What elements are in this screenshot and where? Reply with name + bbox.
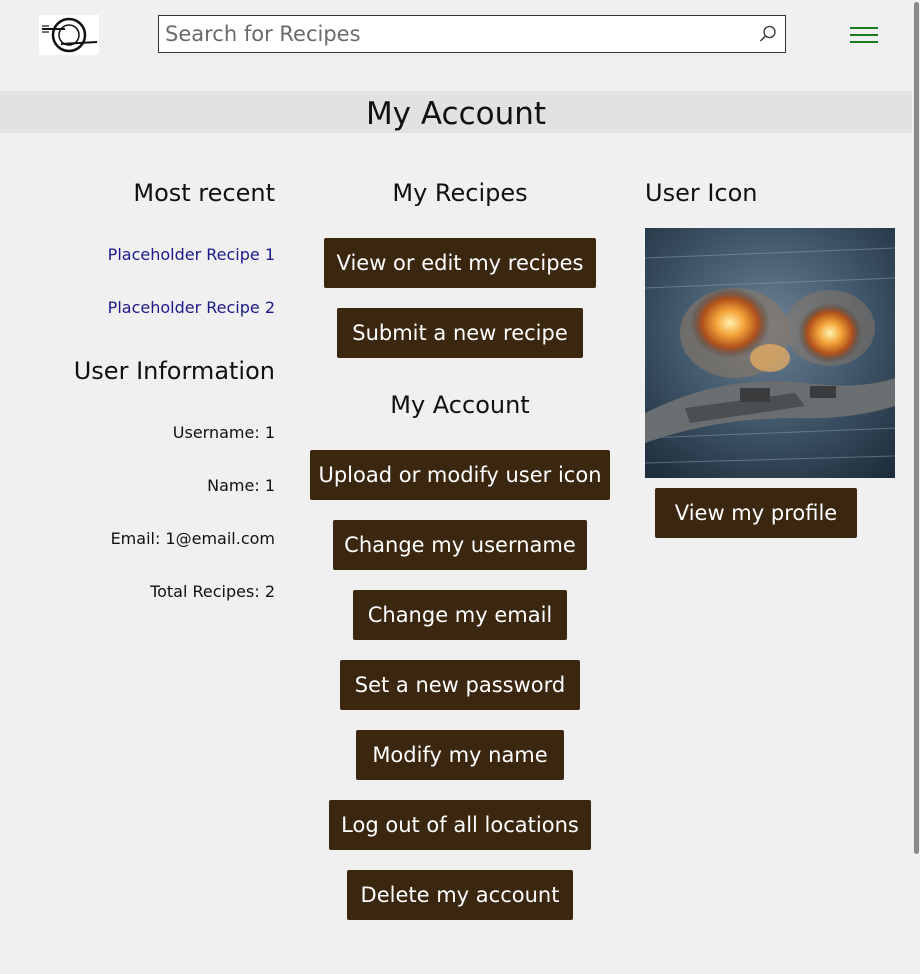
user-information-heading: User Information xyxy=(73,357,275,385)
user-avatar-image xyxy=(645,228,895,478)
logo-icon[interactable] xyxy=(39,15,99,55)
change-email-button[interactable]: Change my email xyxy=(353,590,567,640)
username-text: Username: 1 xyxy=(172,423,275,442)
most-recent-heading: Most recent xyxy=(133,179,275,207)
my-recipes-heading: My Recipes xyxy=(392,179,528,207)
view-profile-button[interactable]: View my profile xyxy=(655,488,857,538)
view-edit-recipes-button[interactable]: View or edit my recipes xyxy=(324,238,596,288)
my-account-heading: My Account xyxy=(390,391,530,419)
upload-user-icon-button[interactable]: Upload or modify user icon xyxy=(310,450,610,500)
search-icon[interactable] xyxy=(759,25,777,43)
search-box xyxy=(158,15,786,53)
recent-recipe-link[interactable]: Placeholder Recipe 1 xyxy=(40,245,275,265)
page-title-band: My Account xyxy=(0,91,912,133)
name-text: Name: 1 xyxy=(207,476,275,495)
submit-recipe-button[interactable]: Submit a new recipe xyxy=(337,308,583,358)
modify-name-button[interactable]: Modify my name xyxy=(356,730,564,780)
search-input[interactable] xyxy=(159,16,749,52)
scrollbar[interactable] xyxy=(912,0,920,974)
change-username-button[interactable]: Change my username xyxy=(333,520,587,570)
logout-all-button[interactable]: Log out of all locations xyxy=(329,800,591,850)
set-password-button[interactable]: Set a new password xyxy=(340,660,580,710)
recent-recipe-link[interactable]: Placeholder Recipe 2 xyxy=(40,298,275,318)
hamburger-menu-icon[interactable] xyxy=(850,27,878,45)
user-icon-heading: User Icon xyxy=(645,179,758,207)
email-text: Email: 1@email.com xyxy=(110,529,275,548)
header xyxy=(0,0,920,90)
delete-account-button[interactable]: Delete my account xyxy=(347,870,573,920)
scrollbar-thumb[interactable] xyxy=(914,2,919,854)
page-title: My Account xyxy=(365,96,547,132)
total-recipes-text: Total Recipes: 2 xyxy=(150,582,275,601)
